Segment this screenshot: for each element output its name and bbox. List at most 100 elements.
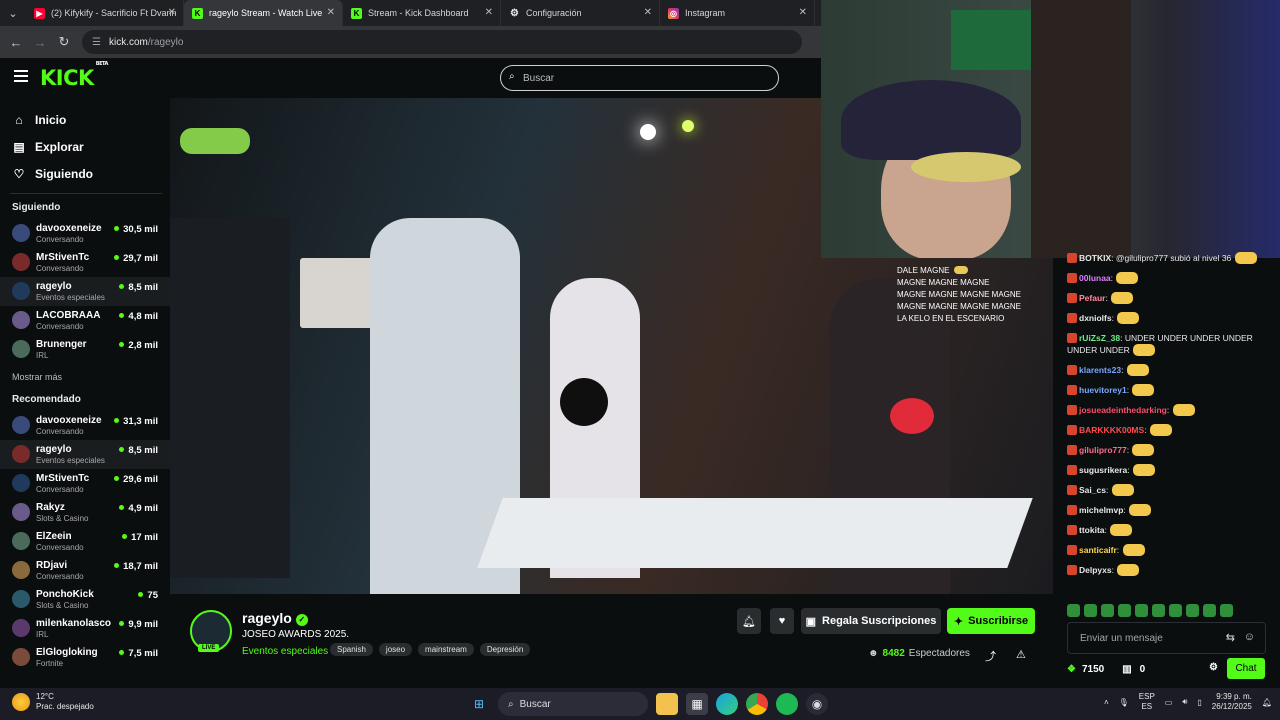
kick-logo[interactable]: KICKBETA — [40, 61, 108, 90]
chat-username[interactable]: ttokita — [1079, 525, 1105, 535]
chat-username[interactable]: klarents23 — [1079, 365, 1121, 375]
emote-icon[interactable] — [1067, 603, 1080, 617]
chat-message-input[interactable]: Enviar un mensaje ⇆ ☺ — [1067, 622, 1266, 654]
channel-item[interactable]: ElGlogloking Fortnite 7,5 mil — [0, 643, 170, 672]
chat-username[interactable]: Sai_cs — [1079, 485, 1106, 495]
sidebar-item-siguiendo[interactable]: ♡ Siguiendo — [0, 160, 170, 187]
network-icon[interactable]: ▭ — [1165, 698, 1173, 707]
share-icon[interactable]: ⤴ — [985, 648, 996, 664]
stream-category-link[interactable]: Eventos especiales — [242, 646, 328, 657]
chat-username[interactable]: huevitorey1 — [1079, 385, 1127, 395]
sidebar-item-explorar[interactable]: ▤ Explorar — [0, 133, 170, 160]
windows-start-icon[interactable]: ⊞ — [468, 693, 490, 715]
show-more-link[interactable]: Mostrar más — [0, 372, 170, 382]
emote-icon[interactable] — [1186, 603, 1199, 617]
emote-icon[interactable] — [1101, 603, 1114, 617]
channel-item[interactable]: Brunenger IRL 2,8 mil — [0, 335, 170, 364]
close-tab-icon[interactable]: ✕ — [644, 7, 652, 18]
file-explorer-icon[interactable] — [656, 693, 678, 715]
channel-item[interactable]: RDjavi Conversando 18,7 mil — [0, 556, 170, 585]
emote-icon[interactable] — [1169, 603, 1182, 617]
volume-icon[interactable]: 🔊︎ — [1182, 697, 1187, 707]
emote-icon[interactable] — [1084, 603, 1097, 617]
chat-username[interactable]: 00lunaa — [1079, 273, 1111, 283]
emote-icon[interactable] — [1152, 603, 1165, 617]
chat-username[interactable]: gilulipro777 — [1079, 445, 1127, 455]
chrome-icon[interactable] — [746, 693, 768, 715]
menu-icon[interactable] — [14, 70, 28, 82]
url-field[interactable]: ☰ kick.com/rageylo — [82, 30, 802, 54]
channel-item[interactable]: ElZeein Conversando 17 mil — [0, 527, 170, 556]
tab-list-chevron-icon[interactable]: ⌄ — [0, 0, 26, 26]
microphone-icon[interactable]: 🎙︎ — [1119, 698, 1129, 707]
gift-subs-button[interactable]: ▣ Regala Suscripciones — [801, 608, 941, 634]
emote-icon[interactable] — [1135, 603, 1148, 617]
channel-item[interactable]: Rakyz Slots & Casino 4,9 mil — [0, 498, 170, 527]
taskbar-search[interactable]: ⌕ Buscar — [498, 692, 648, 716]
close-tab-icon[interactable]: ✕ — [327, 7, 335, 18]
chat-messages[interactable]: BOTKIX: @gilulipro777 subió al nivel 36 … — [1067, 252, 1272, 612]
translate-icon[interactable]: ⇆ — [1226, 631, 1235, 644]
sidebar-item-inicio[interactable]: ⌂ Inicio — [0, 106, 170, 133]
browser-tab-kick-dashboard[interactable]: K Stream - Kick Dashboard ✕ — [343, 0, 501, 26]
browser-tab-configuracion[interactable]: ⚙ Configuración ✕ — [501, 0, 660, 26]
browser-tab-instagram[interactable]: ◎ Instagram ✕ — [660, 0, 815, 26]
channel-item[interactable]: MrStivenTc Conversando 29,7 mil — [0, 248, 170, 277]
battery-icon[interactable]: ▯ — [1197, 698, 1201, 707]
chat-username[interactable]: BARKKKK00MS — [1079, 425, 1144, 435]
channel-item[interactable]: milenkanolasco IRL 9,9 mil — [0, 614, 170, 643]
streamer-name[interactable]: rageylo ✓ — [242, 610, 308, 626]
close-tab-icon[interactable]: ✕ — [799, 7, 807, 18]
chat-username[interactable]: rUiZsZ_38 — [1079, 333, 1120, 343]
clock[interactable]: 9:39 p. m. 26/12/2025 — [1212, 692, 1252, 712]
channel-item[interactable]: LACOBRAAA Conversando 4,8 mil — [0, 306, 170, 335]
chat-username[interactable]: santicaifr — [1079, 545, 1117, 555]
language-indicator[interactable]: ESP ES — [1139, 692, 1155, 712]
emote-icon[interactable] — [1203, 603, 1216, 617]
channel-item[interactable]: davooxeneize Conversando 31,3 mil — [0, 411, 170, 440]
close-tab-icon[interactable]: ✕ — [485, 7, 493, 18]
back-arrow-icon[interactable]: ← — [4, 35, 28, 50]
stream-tag[interactable]: Depresión — [479, 643, 531, 656]
reload-icon[interactable]: ↻ — [52, 34, 76, 50]
chat-username[interactable]: Pefaur — [1079, 293, 1105, 303]
emote-icon[interactable] — [1118, 603, 1131, 617]
stream-tag[interactable]: mainstream — [418, 643, 474, 656]
search-input[interactable]: ⌕ Buscar — [500, 65, 779, 91]
notification-icon[interactable]: 🔔︎ — [1262, 698, 1272, 707]
points-count[interactable]: 7150 — [1082, 664, 1104, 675]
chat-username[interactable]: BOTKIX — [1079, 253, 1111, 263]
report-icon[interactable]: ⚠ — [1016, 648, 1026, 661]
channel-item[interactable]: davooxeneize Conversando 30,5 mil — [0, 219, 170, 248]
browser-tab-youtube[interactable]: ▶ (2) Kifykify - Sacrificio Ft Dvann ✕ — [26, 0, 184, 26]
channel-item[interactable]: rageylo Eventos especiales 8,5 mil — [0, 440, 170, 469]
chat-send-button[interactable]: Chat — [1227, 658, 1265, 679]
stream-tag[interactable]: joseo — [378, 643, 413, 656]
follow-heart-button[interactable]: ♥ — [770, 608, 794, 634]
chat-username[interactable]: michelmvp — [1079, 505, 1123, 515]
channel-item[interactable]: PonchoKick Slots & Casino 75 — [0, 585, 170, 614]
obs-icon[interactable]: ◉ — [806, 693, 828, 715]
site-info-icon[interactable]: ☰ — [92, 37, 101, 48]
chat-username[interactable]: dxniolfs — [1079, 313, 1112, 323]
store-icon[interactable]: ▦ — [686, 693, 708, 715]
channel-item[interactable]: rageylo Eventos especiales 8,5 mil — [0, 277, 170, 306]
browser-tab-rageylo[interactable]: K rageylo Stream - Watch Live ✕ — [184, 0, 343, 26]
forward-arrow-icon[interactable]: → — [28, 35, 52, 50]
emote-icon[interactable] — [1220, 603, 1233, 617]
weather-widget[interactable]: 12°C Prac. despejado — [12, 692, 94, 712]
chevron-up-icon[interactable]: ˄ — [1104, 698, 1109, 707]
edge-icon[interactable] — [716, 693, 738, 715]
subscribe-button[interactable]: ✦ Suscribirse — [947, 608, 1035, 634]
cart-count[interactable]: 0 — [1140, 664, 1146, 675]
spotify-icon[interactable] — [776, 693, 798, 715]
chat-username[interactable]: Delpyxs — [1079, 565, 1112, 575]
emoji-icon[interactable]: ☺ — [1244, 631, 1255, 643]
settings-gear-icon[interactable]: ⚙ — [1209, 662, 1218, 673]
close-tab-icon[interactable]: ✕ — [168, 7, 176, 18]
notification-bell-button[interactable]: 🔔︎ — [737, 608, 761, 634]
stream-tag[interactable]: Spanish — [330, 643, 373, 656]
chat-username[interactable]: josueadeinthedarking — [1079, 405, 1167, 415]
chat-username[interactable]: sugusrikera — [1079, 465, 1127, 475]
channel-item[interactable]: MrStivenTc Conversando 29,6 mil — [0, 469, 170, 498]
